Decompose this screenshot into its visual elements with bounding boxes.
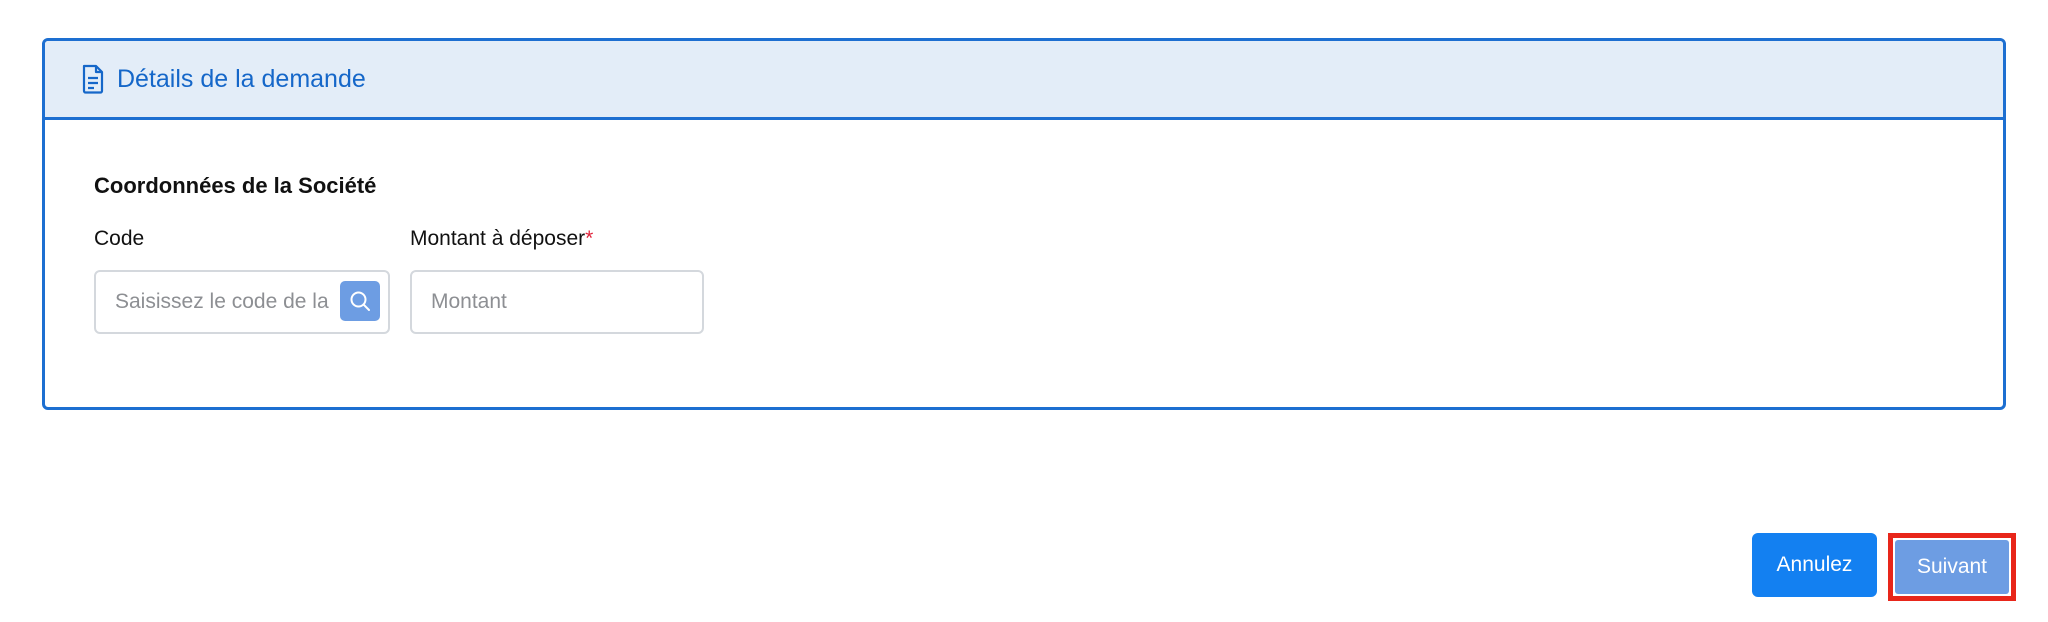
next-button[interactable]: Suivant xyxy=(1895,540,2009,594)
next-button-highlight: Suivant xyxy=(1888,533,2016,601)
code-label: Code xyxy=(94,227,145,250)
page: Détails de la demande Coordonnées de la … xyxy=(0,0,2048,622)
code-input[interactable] xyxy=(96,272,332,332)
montant-label: Montant à déposer* xyxy=(410,227,593,251)
cancel-button[interactable]: Annulez xyxy=(1752,533,1877,597)
search-icon xyxy=(349,290,371,312)
document-icon xyxy=(81,64,105,94)
montant-input[interactable] xyxy=(412,272,702,332)
section-title: Coordonnées de la Société xyxy=(94,173,377,198)
montant-label-text: Montant à déposer xyxy=(410,227,586,250)
code-search-button[interactable] xyxy=(340,281,380,321)
card-title: Détails de la demande xyxy=(117,64,366,93)
request-details-card: Détails de la demande Coordonnées de la … xyxy=(42,38,2006,410)
required-asterisk: * xyxy=(585,227,594,250)
code-field xyxy=(94,270,390,334)
montant-field xyxy=(410,270,704,334)
card-header: Détails de la demande xyxy=(45,41,2003,120)
